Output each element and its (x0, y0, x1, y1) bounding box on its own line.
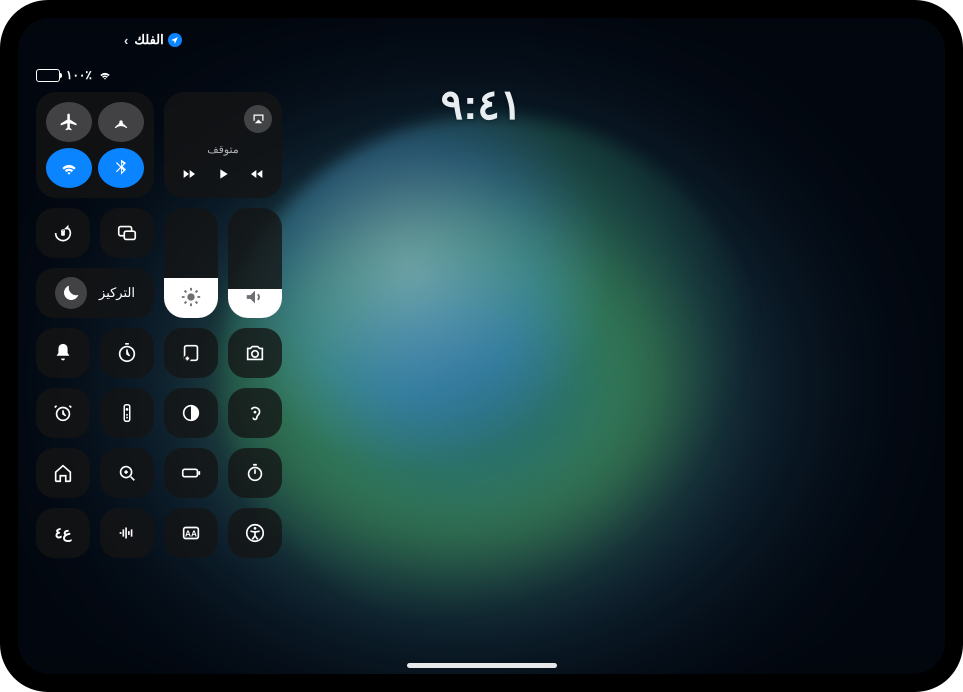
home-indicator[interactable] (407, 663, 557, 668)
media-card[interactable]: متوقف (164, 92, 282, 198)
magnifier-button[interactable] (100, 448, 154, 498)
control-center: متوقف التركيز (36, 92, 282, 558)
airdrop-button[interactable] (98, 102, 144, 142)
media-status: متوقف (207, 143, 239, 156)
battery-percent: ١٠٠٪ (66, 68, 92, 82)
hearing-button[interactable] (228, 388, 282, 438)
focus-button[interactable]: التركيز (36, 268, 154, 318)
alarm-button[interactable] (36, 388, 90, 438)
bluetooth-button[interactable] (98, 148, 144, 188)
moon-icon (55, 277, 87, 309)
accessibility-button[interactable] (228, 508, 282, 558)
clock: ٩:٤١ (441, 80, 523, 129)
breadcrumb[interactable]: ‹ الفلك (124, 32, 182, 48)
volume-slider[interactable] (228, 208, 282, 318)
battery-icon (36, 69, 60, 82)
rewind-button[interactable] (249, 166, 265, 187)
orientation-lock-button[interactable] (36, 208, 90, 258)
forward-button[interactable] (181, 166, 197, 187)
stopwatch-button[interactable] (228, 448, 282, 498)
language-button[interactable]: ع٤ (36, 508, 90, 558)
camera-button[interactable] (228, 328, 282, 378)
ipad-frame: ‹ الفلك ٩:٤١ ١٠٠٪ متوقف (0, 0, 963, 692)
timer-button[interactable] (100, 328, 154, 378)
focus-label: التركيز (99, 285, 135, 301)
silent-mode-button[interactable] (36, 328, 90, 378)
quick-note-button[interactable] (164, 328, 218, 378)
status-bar: ١٠٠٪ (36, 68, 112, 82)
low-power-button[interactable] (164, 448, 218, 498)
play-button[interactable] (215, 166, 231, 187)
screen-mirroring-button[interactable] (100, 208, 154, 258)
dark-mode-button[interactable] (164, 388, 218, 438)
screen: ‹ الفلك ٩:٤١ ١٠٠٪ متوقف (18, 18, 945, 674)
text-size-button[interactable]: AA (164, 508, 218, 558)
svg-text:AA: AA (185, 530, 197, 539)
wifi-status-icon (98, 68, 112, 82)
media-controls (181, 166, 265, 187)
airplane-mode-button[interactable] (46, 102, 92, 142)
voice-memos-button[interactable] (100, 508, 154, 558)
earth-graphic (222, 116, 760, 628)
control-grid: ع٤ AA (36, 328, 282, 558)
apple-tv-remote-button[interactable] (100, 388, 154, 438)
brightness-slider[interactable] (164, 208, 218, 318)
wifi-button[interactable] (46, 148, 92, 188)
breadcrumb-label: الفلك (134, 32, 163, 48)
home-button[interactable] (36, 448, 90, 498)
airplay-button[interactable] (244, 105, 272, 133)
location-icon (168, 33, 182, 47)
connectivity-card[interactable] (36, 92, 154, 198)
chevron-back-icon: ‹ (124, 33, 128, 48)
